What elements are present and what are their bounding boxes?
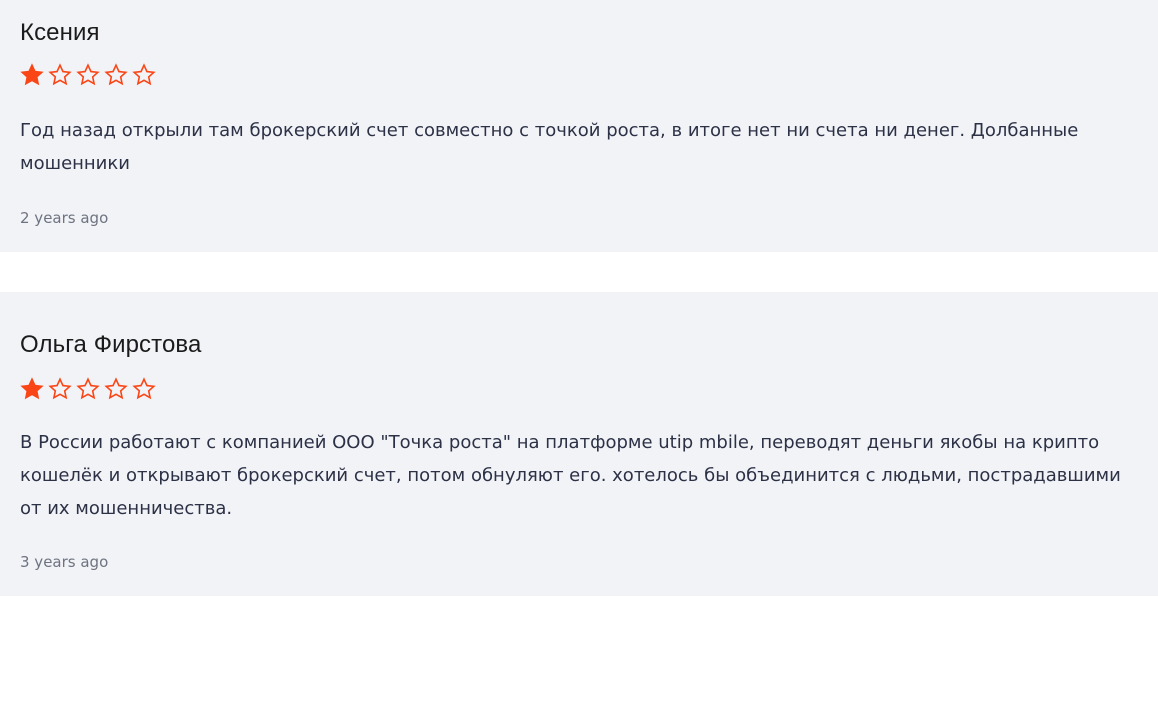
review-timestamp: 3 years ago [20,553,109,571]
reviewer-name: Ольга Фирстова [20,331,202,358]
star-icon-5 [132,377,156,401]
star-icon-1 [20,377,44,401]
star-icon-5 [132,63,156,87]
rating-stars [20,376,1146,402]
star-icon-4 [104,377,128,401]
star-icon-3 [76,377,100,401]
star-icon-3 [76,63,100,87]
card-separator [0,252,1158,292]
star-icon-4 [104,63,128,87]
review-text: Год назад открыли там брокерский счет со… [20,120,1079,174]
rating-stars [20,62,1146,88]
star-icon-2 [48,63,72,87]
reviews-list: Ксения Год назад открыли там брокерский … [0,0,1158,596]
reviewer-name: Ксения [20,19,100,46]
review-text: В России работают с компанией ООО "Точка… [20,432,1121,519]
star-icon-2 [48,377,72,401]
review-card: Ксения Год назад открыли там брокерский … [0,0,1158,252]
review-card: Ольга Фирстова В России работают с компа… [0,292,1158,596]
star-icon-1 [20,63,44,87]
review-timestamp: 2 years ago [20,209,109,227]
